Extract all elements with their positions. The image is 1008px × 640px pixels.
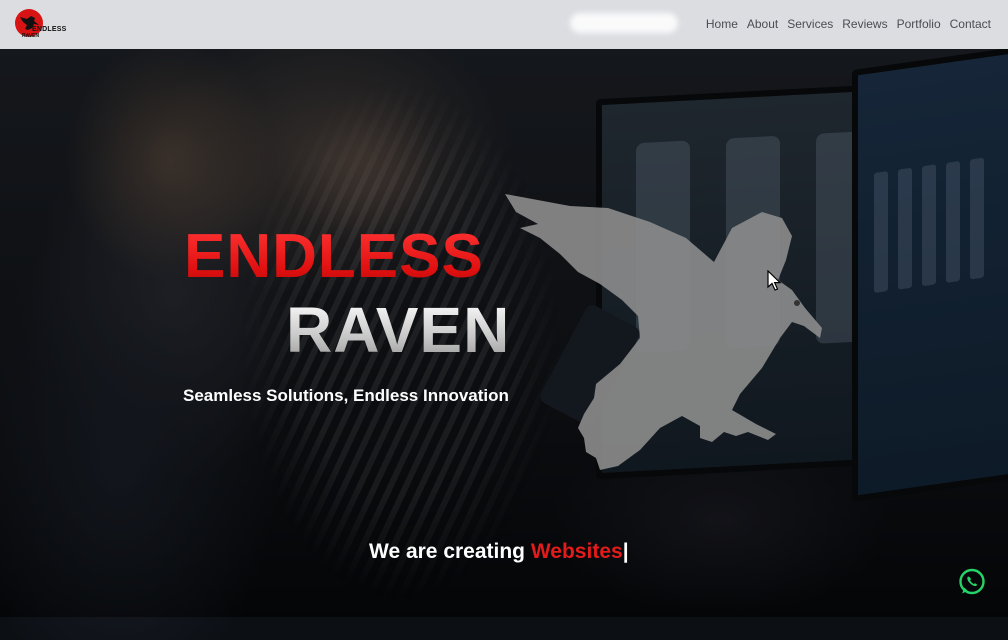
nav-highlight [570,13,678,33]
logo-text-endless: ENDLESS [32,26,67,33]
hero-tagline: Seamless Solutions, Endless Innovation [183,386,509,405]
raven-illustration-icon [505,194,822,470]
nav-link-home[interactable]: Home [706,17,738,31]
typing-word: Websites [530,540,623,563]
nav-link-services[interactable]: Services [787,17,833,31]
typing-headline: We are creating Websites| [369,540,629,564]
nav-link-portfolio[interactable]: Portfolio [897,17,941,31]
nav-link-contact[interactable]: Contact [950,17,991,31]
nav-links: Home About Services Reviews Portfolio Co… [706,17,991,31]
mouse-cursor-icon [767,270,782,291]
brand-logo[interactable]: ENDLESS RAVEN [15,9,67,41]
top-navbar: ENDLESS RAVEN Home About Services Review… [0,0,1008,49]
logo-text-raven: RAVEN [22,33,40,39]
hero-title-raven: RAVEN [286,294,511,366]
typing-prefix: We are creating [369,540,531,563]
typing-caret: | [622,540,629,563]
hero-title-endless: ENDLESS [184,222,484,291]
whatsapp-icon[interactable] [957,567,987,597]
nav-link-about[interactable]: About [747,17,778,31]
nav-link-reviews[interactable]: Reviews [842,17,887,31]
